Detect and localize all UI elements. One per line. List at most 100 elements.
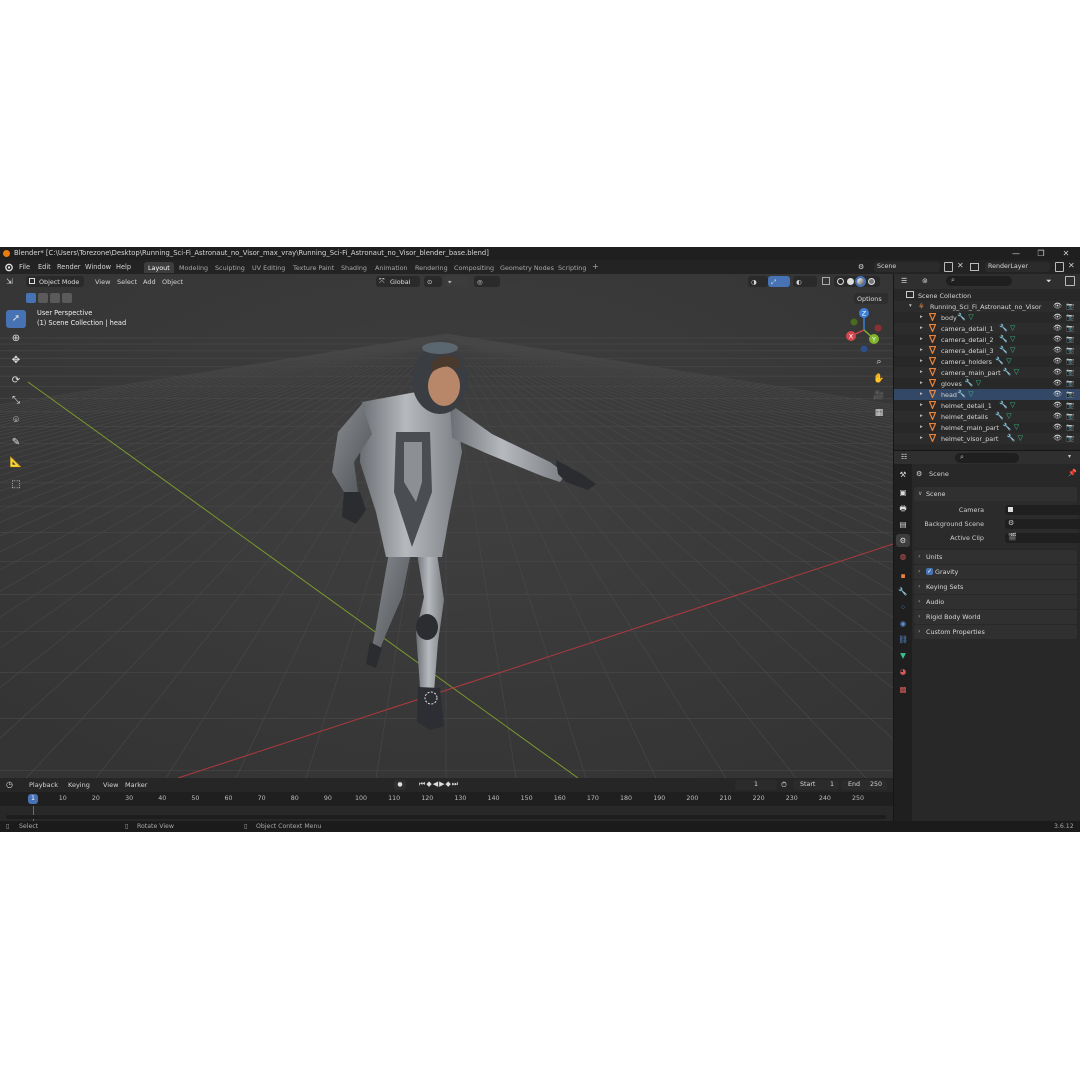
select-new-icon[interactable] — [26, 293, 36, 303]
camera-icon[interactable]: 📷 — [1066, 324, 1074, 332]
camera-icon[interactable]: 📷 — [1066, 368, 1074, 376]
eye-icon[interactable]: 👁 — [1053, 434, 1062, 442]
eye-icon[interactable]: 👁 — [1053, 346, 1062, 354]
wireframe-shading-icon[interactable] — [837, 278, 844, 285]
3d-viewport[interactable]: ⇲ Object Mode View Select Add Object ⤧ G… — [0, 274, 893, 778]
record-keyframe-button[interactable]: ● — [394, 780, 406, 790]
playhead-frame[interactable]: 1 — [27, 794, 39, 804]
annotate-tool[interactable]: ✎ — [6, 434, 26, 452]
mesh-data-icon[interactable]: ▽ — [1010, 324, 1015, 332]
snap-button[interactable]: ⌖ — [445, 276, 469, 287]
expand-arrow-icon[interactable]: ▸ — [920, 336, 923, 342]
new-scene-icon[interactable] — [944, 262, 953, 272]
view-layer-tab-icon[interactable]: ▤ — [896, 518, 910, 531]
camera-icon[interactable]: 📷 — [1066, 346, 1074, 354]
output-tab-icon[interactable]: 🖶 — [896, 502, 910, 515]
timeline-scrollbar[interactable] — [6, 815, 886, 819]
gravity-checkbox[interactable]: ✓ — [926, 568, 933, 575]
material-preview-icon[interactable] — [855, 276, 866, 287]
outliner-object-row[interactable]: ▸ camera_holders 🔧 ▽ 👁 📷 — [894, 356, 1080, 367]
filter-icon[interactable]: ⏷ — [1046, 277, 1052, 286]
properties-search-input[interactable]: ⌕ — [955, 453, 1019, 463]
audio-panel-header[interactable]: › Audio — [914, 595, 1077, 609]
expand-arrow-icon[interactable]: ▸ — [920, 314, 923, 320]
jump-end-icon[interactable]: ⏭ — [452, 780, 459, 788]
eye-icon[interactable]: 👁 — [1053, 313, 1062, 321]
modifier-tab-icon[interactable]: 🔧 — [896, 585, 910, 598]
mesh-data-icon[interactable]: ▽ — [1014, 423, 1019, 431]
camera-field[interactable]: ✑ — [1005, 505, 1080, 515]
expand-arrow-icon[interactable]: ▸ — [920, 391, 923, 397]
delete-view-layer-icon[interactable]: ✕ — [1068, 261, 1075, 270]
rotate-tool[interactable]: ⟳ — [6, 372, 26, 390]
tab-scripting[interactable]: Scripting — [554, 262, 590, 273]
rigid-body-world-panel-header[interactable]: › Rigid Body World — [914, 610, 1077, 624]
maximize-button[interactable]: ❐ — [1029, 247, 1053, 260]
tab-uv-editing[interactable]: UV Editing — [248, 262, 289, 273]
modifier-wrench-icon[interactable]: 🔧 — [965, 379, 974, 387]
camera-icon[interactable]: 📷 — [1066, 313, 1074, 321]
outliner-object-row[interactable]: ▸ helmet_detail_1 🔧 ▽ 👁 📷 — [894, 400, 1080, 411]
camera-icon[interactable]: 📷 — [1066, 379, 1074, 387]
proportional-edit-button[interactable]: ◎ — [474, 276, 500, 287]
pin-icon[interactable]: 📌 — [1068, 469, 1077, 477]
modifier-wrench-icon[interactable]: 🔧 — [995, 357, 1004, 365]
timeline-ruler[interactable]: 1 10 20 30 40 50 60 70 80 90 100 110 120 130 140 150 16… — [0, 792, 893, 806]
eye-icon[interactable]: 👁 — [1053, 390, 1062, 398]
modifier-wrench-icon[interactable]: 🔧 — [1007, 434, 1016, 442]
camera-icon[interactable]: 📷 — [1066, 335, 1074, 343]
select-extend-icon[interactable] — [38, 293, 48, 303]
outliner-object-row[interactable]: ▸ head 🔧 ▽ 👁 📷 — [894, 389, 1080, 400]
options-dropdown[interactable]: Options — [854, 293, 888, 304]
gravity-panel-header[interactable]: › ✓ Gravity — [914, 565, 1077, 579]
minimize-button[interactable]: — — [1004, 247, 1028, 260]
mesh-data-icon[interactable]: ▽ — [968, 390, 973, 398]
expand-arrow-icon[interactable]: ▸ — [920, 358, 923, 364]
delete-scene-icon[interactable]: ✕ — [957, 261, 964, 270]
modifier-wrench-icon[interactable]: 🔧 — [995, 412, 1004, 420]
clock-icon[interactable]: ⏱ — [781, 780, 787, 790]
render-tab-icon[interactable]: ▣ — [896, 486, 910, 499]
tab-geometry-nodes[interactable]: Geometry Nodes — [496, 262, 558, 273]
mesh-data-icon[interactable]: ▽ — [976, 379, 981, 387]
properties-options-icon[interactable]: ▾ — [1068, 453, 1071, 460]
select-subtract-icon[interactable] — [50, 293, 60, 303]
navigation-gizmo[interactable]: Z Y X — [840, 306, 888, 354]
outliner-object-row[interactable]: ▸ camera_detail_1 🔧 ▽ 👁 📷 — [894, 323, 1080, 334]
mesh-data-icon[interactable]: ▽ — [1010, 335, 1015, 343]
outliner-object-row[interactable]: ▸ body 🔧 ▽ 👁 📷 — [894, 312, 1080, 323]
particles-tab-icon[interactable]: ⁘ — [896, 601, 910, 614]
eye-icon[interactable]: 👁 — [1053, 335, 1062, 343]
modifier-wrench-icon[interactable]: 🔧 — [1003, 423, 1012, 431]
tab-animation[interactable]: Animation — [371, 262, 412, 273]
camera-view-icon[interactable]: 🎥 — [872, 389, 886, 403]
pan-hand-icon[interactable]: ✋ — [872, 372, 886, 386]
eye-icon[interactable]: 👁 — [1053, 412, 1062, 420]
eye-icon[interactable]: 👁 — [1053, 302, 1062, 310]
menu-select[interactable]: Select — [117, 278, 137, 286]
perspective-toggle-icon[interactable]: ▦ — [872, 406, 886, 420]
eye-icon[interactable]: 👁 — [1053, 324, 1062, 332]
menu-marker[interactable]: Marker — [125, 781, 147, 789]
texture-tab-icon[interactable]: ▩ — [896, 683, 910, 696]
transform-tool[interactable]: ⌾ — [6, 412, 26, 430]
camera-icon[interactable]: 📷 — [1066, 423, 1074, 431]
expand-arrow-icon[interactable]: ▸ — [920, 325, 923, 331]
material-tab-icon[interactable]: ◕ — [896, 665, 910, 678]
collection-row[interactable]: ▾ ⚘ Running_Sci_Fi_Astronaut_no_Visor 👁 … — [894, 301, 1080, 312]
tab-layout[interactable]: Layout — [144, 262, 174, 273]
zoom-icon[interactable]: ⌕ — [872, 355, 886, 369]
xray-toggle-icon[interactable] — [822, 277, 830, 285]
mesh-data-icon[interactable]: ▽ — [1018, 434, 1023, 442]
scene-selector[interactable]: Scene — [874, 262, 940, 272]
tool-tab-icon[interactable]: ⚒ — [896, 468, 910, 481]
mesh-data-icon[interactable]: ▽ — [1014, 368, 1019, 376]
rendered-shading-icon[interactable] — [868, 278, 875, 285]
tab-texture-paint[interactable]: Texture Paint — [289, 262, 338, 273]
modifier-wrench-icon[interactable]: 🔧 — [957, 313, 966, 321]
world-tab-icon[interactable]: ◍ — [896, 550, 910, 563]
mesh-data-icon[interactable]: ▽ — [1010, 346, 1015, 354]
gizmo-toggle-button[interactable]: ⤢ — [768, 276, 790, 287]
outliner-search-input[interactable]: ⌕ — [946, 276, 1012, 286]
eye-icon[interactable]: 👁 — [1053, 401, 1062, 409]
